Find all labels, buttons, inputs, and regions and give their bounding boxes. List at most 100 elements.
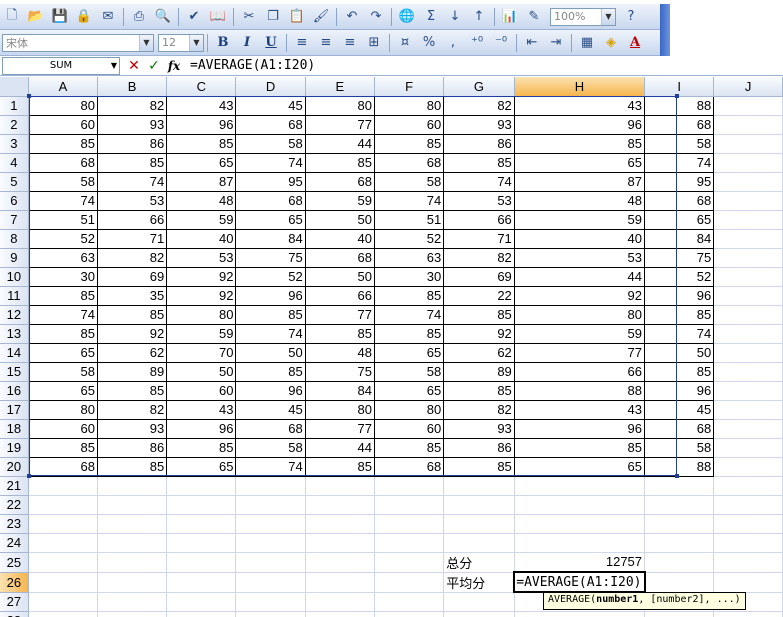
cell-d6[interactable]: 68 bbox=[235, 191, 306, 211]
cell-d13[interactable]: 74 bbox=[235, 324, 306, 344]
bold-button[interactable]: B bbox=[212, 33, 234, 53]
cell-e19[interactable]: 44 bbox=[305, 438, 375, 458]
cell-h24[interactable] bbox=[514, 533, 646, 553]
row-header-26[interactable]: 26 bbox=[0, 572, 29, 593]
cell-d2[interactable]: 68 bbox=[235, 115, 306, 135]
cell-j28[interactable] bbox=[713, 611, 783, 617]
cell-c7[interactable]: 59 bbox=[166, 210, 237, 230]
cell-c1[interactable]: 43 bbox=[166, 96, 237, 116]
cell-f20[interactable]: 68 bbox=[374, 457, 445, 477]
cell-f21[interactable] bbox=[374, 476, 445, 496]
cell-a20[interactable]: 68 bbox=[28, 457, 99, 477]
cell-d19[interactable]: 58 bbox=[235, 438, 306, 458]
cell-a18[interactable]: 60 bbox=[28, 419, 99, 439]
cell-g1[interactable]: 82 bbox=[443, 96, 515, 116]
cell-i22[interactable] bbox=[644, 495, 715, 515]
cell-i2[interactable]: 68 bbox=[644, 115, 715, 135]
cell-g3[interactable]: 86 bbox=[443, 134, 515, 154]
cell-d12[interactable]: 85 bbox=[235, 305, 306, 325]
cell-d15[interactable]: 85 bbox=[235, 362, 306, 382]
cell-h2[interactable]: 96 bbox=[514, 115, 646, 135]
cell-b5[interactable]: 74 bbox=[97, 172, 168, 192]
cell-c13[interactable]: 59 bbox=[166, 324, 237, 344]
cell-i8[interactable]: 84 bbox=[644, 229, 715, 249]
cell-a5[interactable]: 58 bbox=[28, 172, 99, 192]
cell-b26[interactable] bbox=[97, 572, 168, 593]
cell-h12[interactable]: 80 bbox=[514, 305, 646, 325]
cell-e12[interactable]: 77 bbox=[305, 305, 375, 325]
cell-g24[interactable] bbox=[443, 533, 515, 553]
cell-e25[interactable] bbox=[305, 552, 375, 573]
row-header-27[interactable]: 27 bbox=[0, 592, 29, 612]
fill-color-icon[interactable]: ◈ bbox=[600, 33, 622, 53]
cell-c26[interactable] bbox=[166, 572, 237, 593]
email-icon[interactable]: ✉ bbox=[97, 7, 119, 27]
cell-d7[interactable]: 65 bbox=[235, 210, 306, 230]
cell-j14[interactable] bbox=[713, 343, 783, 363]
cell-b27[interactable] bbox=[97, 592, 168, 612]
cell-a26[interactable] bbox=[28, 572, 99, 593]
cell-g11[interactable]: 22 bbox=[443, 286, 515, 306]
row-header-7[interactable]: 7 bbox=[0, 210, 29, 230]
cell-c9[interactable]: 53 bbox=[166, 248, 237, 268]
cell-e11[interactable]: 66 bbox=[305, 286, 375, 306]
column-header-g[interactable]: G bbox=[443, 77, 515, 97]
row-header-4[interactable]: 4 bbox=[0, 153, 29, 173]
column-header-c[interactable]: C bbox=[166, 77, 237, 97]
align-center-icon[interactable]: ≡ bbox=[315, 33, 337, 53]
currency-icon[interactable]: ¤ bbox=[394, 33, 416, 53]
cell-a13[interactable]: 85 bbox=[28, 324, 99, 344]
cell-b11[interactable]: 35 bbox=[97, 286, 168, 306]
cell-e10[interactable]: 50 bbox=[305, 267, 375, 287]
row-header-6[interactable]: 6 bbox=[0, 191, 29, 211]
cell-i24[interactable] bbox=[644, 533, 715, 553]
cell-f27[interactable] bbox=[374, 592, 445, 612]
cell-i11[interactable]: 96 bbox=[644, 286, 715, 306]
cell-h18[interactable]: 96 bbox=[514, 419, 646, 439]
row-header-12[interactable]: 12 bbox=[0, 305, 29, 325]
cell-c5[interactable]: 87 bbox=[166, 172, 237, 192]
row-header-28[interactable]: 28 bbox=[0, 611, 29, 617]
research-icon[interactable]: 📖 bbox=[207, 7, 229, 27]
cell-c6[interactable]: 48 bbox=[166, 191, 237, 211]
cell-h11[interactable]: 92 bbox=[514, 286, 646, 306]
cell-f8[interactable]: 52 bbox=[374, 229, 445, 249]
cell-e1[interactable]: 80 bbox=[305, 96, 375, 116]
row-header-19[interactable]: 19 bbox=[0, 438, 29, 458]
cell-h23[interactable] bbox=[514, 514, 646, 534]
cell-h3[interactable]: 85 bbox=[514, 134, 646, 154]
cell-i13[interactable]: 74 bbox=[644, 324, 715, 344]
cell-b4[interactable]: 85 bbox=[97, 153, 168, 173]
column-header-j[interactable]: J bbox=[713, 77, 783, 97]
print-preview-icon[interactable]: 🔍 bbox=[152, 7, 174, 27]
cell-f14[interactable]: 65 bbox=[374, 343, 445, 363]
cell-c17[interactable]: 43 bbox=[166, 400, 237, 420]
cell-d21[interactable] bbox=[235, 476, 306, 496]
cell-b28[interactable] bbox=[97, 611, 168, 617]
cell-b8[interactable]: 71 bbox=[97, 229, 168, 249]
cell-i18[interactable]: 68 bbox=[644, 419, 715, 439]
cell-h15[interactable]: 66 bbox=[514, 362, 646, 382]
cell-f13[interactable]: 85 bbox=[374, 324, 445, 344]
cell-c12[interactable]: 80 bbox=[166, 305, 237, 325]
cell-b17[interactable]: 82 bbox=[97, 400, 168, 420]
cell-b22[interactable] bbox=[97, 495, 168, 515]
cell-f22[interactable] bbox=[374, 495, 445, 515]
cell-j16[interactable] bbox=[713, 381, 783, 401]
row-header-21[interactable]: 21 bbox=[0, 476, 29, 496]
cell-i26[interactable] bbox=[644, 572, 715, 593]
cell-e3[interactable]: 44 bbox=[305, 134, 375, 154]
cell-b9[interactable]: 82 bbox=[97, 248, 168, 268]
cell-a6[interactable]: 74 bbox=[28, 191, 99, 211]
cell-d14[interactable]: 50 bbox=[235, 343, 306, 363]
cell-e15[interactable]: 75 bbox=[305, 362, 375, 382]
cell-f28[interactable] bbox=[374, 611, 445, 617]
cell-j8[interactable] bbox=[713, 229, 783, 249]
cell-b7[interactable]: 66 bbox=[97, 210, 168, 230]
cell-f5[interactable]: 58 bbox=[374, 172, 445, 192]
cell-f12[interactable]: 74 bbox=[374, 305, 445, 325]
cell-b20[interactable]: 85 bbox=[97, 457, 168, 477]
cell-e5[interactable]: 68 bbox=[305, 172, 375, 192]
average-formula-cell[interactable]: =AVERAGE(A1:I20) bbox=[513, 571, 646, 593]
cell-b10[interactable]: 69 bbox=[97, 267, 168, 287]
